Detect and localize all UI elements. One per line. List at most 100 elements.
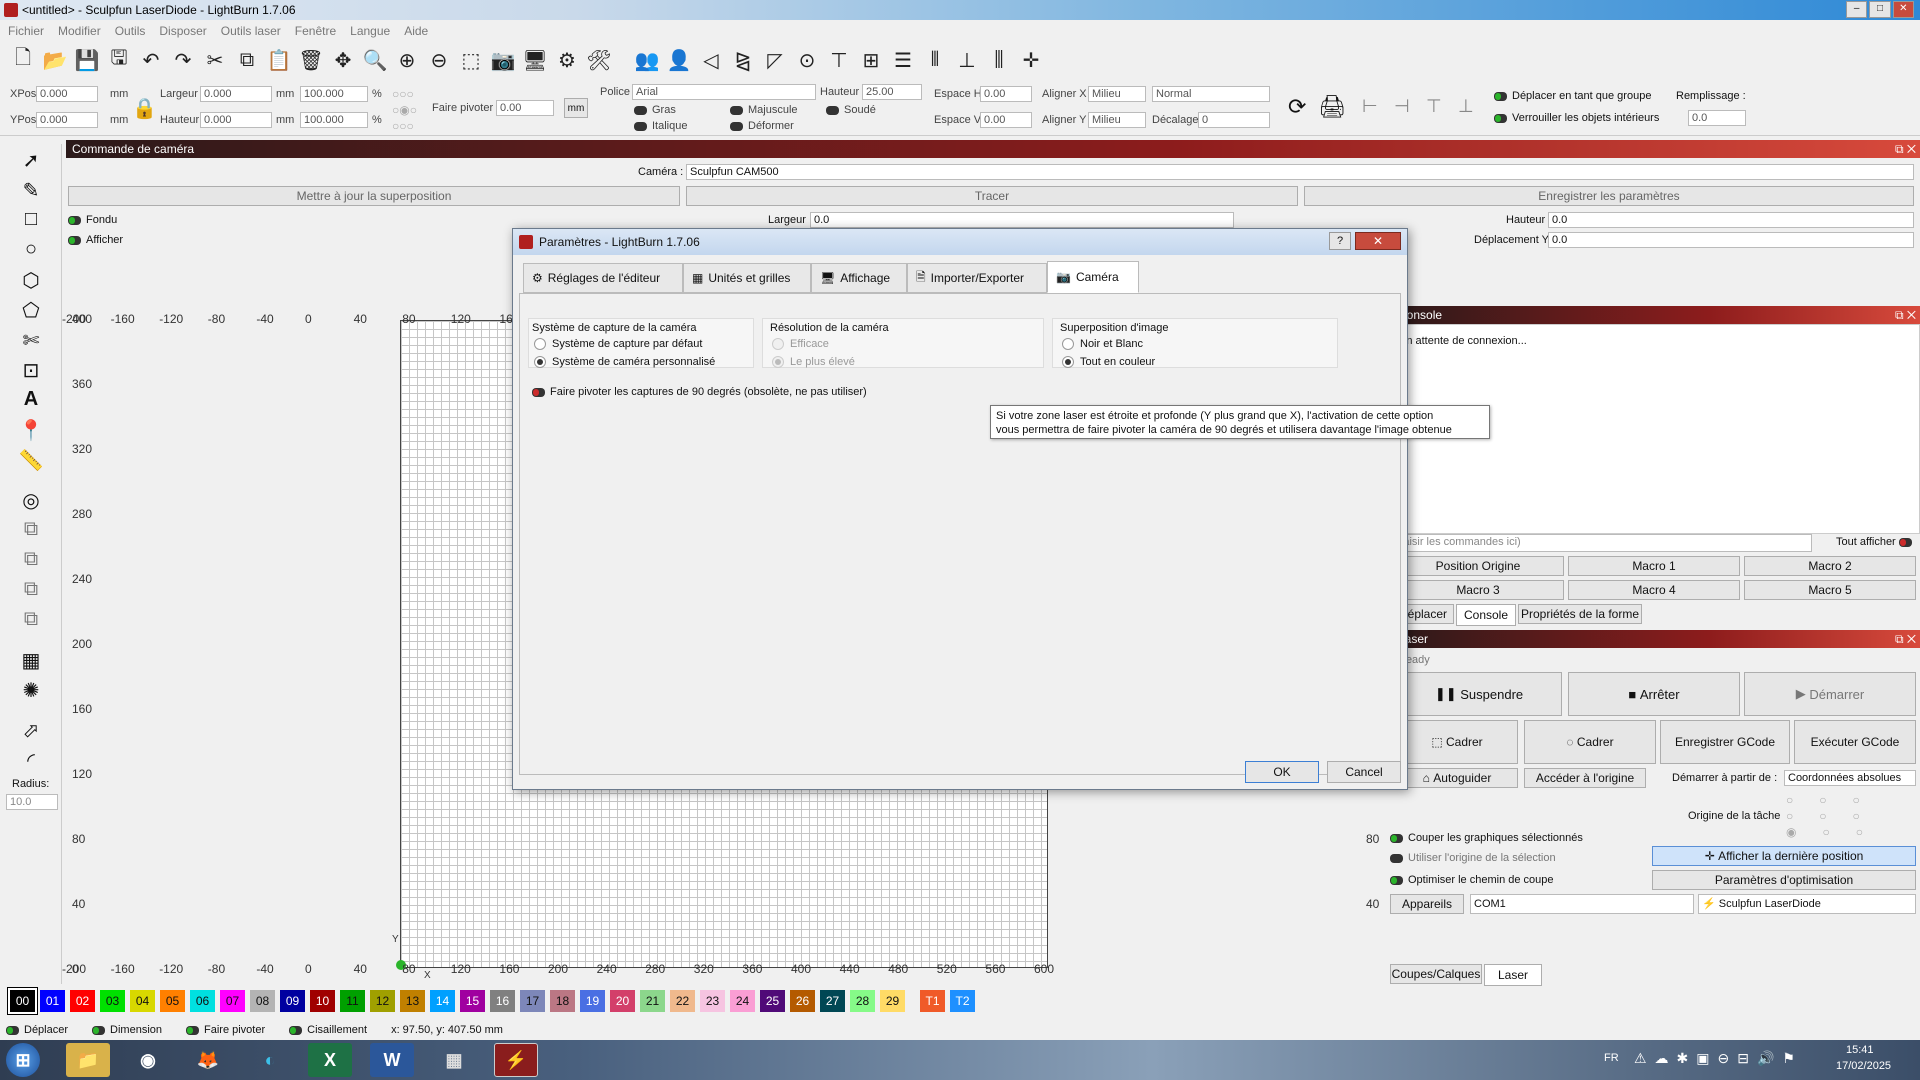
lightburn-icon[interactable]: ⚡: [494, 1043, 538, 1077]
delete-icon[interactable]: 🗑: [298, 47, 324, 73]
word-icon[interactable]: W: [370, 1043, 414, 1077]
optimization-params-button[interactable]: Paramètres d'optimisation: [1652, 870, 1916, 890]
layer-swatch[interactable]: 24: [730, 990, 755, 1012]
layer-swatch[interactable]: 09: [280, 990, 305, 1012]
layer-swatch[interactable]: 26: [790, 990, 815, 1012]
zoom-out-icon[interactable]: ⊖: [426, 47, 452, 73]
goto-origin-button[interactable]: Accéder à l'origine: [1524, 768, 1646, 788]
cut-icon[interactable]: ✂: [202, 47, 228, 73]
use-selection-origin-toggle[interactable]: Utiliser l'origine de la sélection: [1390, 852, 1556, 864]
font-height-input[interactable]: 25.00: [862, 84, 922, 100]
zoom-fit-icon[interactable]: 🔍: [362, 47, 388, 73]
ellipse-icon[interactable]: ○: [17, 238, 45, 264]
devices-button[interactable]: Appareils: [1390, 894, 1464, 914]
center-icon[interactable]: ⊙: [794, 47, 820, 73]
start-button-icon[interactable]: ⊞: [6, 1043, 40, 1077]
optimize-path-toggle[interactable]: Optimiser le chemin de coupe: [1390, 874, 1554, 886]
aligny-select[interactable]: Milieu: [1088, 112, 1146, 128]
tab-laser[interactable]: Laser: [1484, 964, 1542, 986]
monitor-icon[interactable]: 🖥: [522, 47, 548, 73]
layer-swatch[interactable]: 08: [250, 990, 275, 1012]
capture-default-radio[interactable]: Système de capture par défaut: [534, 338, 702, 351]
layer-swatch[interactable]: 20: [610, 990, 635, 1012]
fade-toggle[interactable]: Fondu: [68, 214, 117, 226]
show-toggle[interactable]: Afficher: [68, 234, 123, 246]
origin-icon[interactable]: ✛: [1018, 47, 1044, 73]
firefox-icon[interactable]: 🦊: [186, 1043, 230, 1077]
layer-swatch[interactable]: 29: [880, 990, 905, 1012]
ypos-input[interactable]: 0.000: [36, 112, 98, 128]
position-icon[interactable]: ⊡: [17, 358, 45, 384]
layer-swatch[interactable]: 27: [820, 990, 845, 1012]
height-pct-input[interactable]: 100.000: [300, 112, 368, 128]
tab-shape-properties[interactable]: Propriétés de la forme: [1518, 604, 1642, 624]
macro1-button[interactable]: Macro 1: [1568, 556, 1740, 576]
text-mode-select[interactable]: Normal: [1152, 86, 1270, 102]
bold-toggle[interactable]: Gras: [634, 104, 676, 116]
trace-button[interactable]: Tracer: [686, 186, 1298, 206]
macro4-button[interactable]: Macro 4: [1568, 580, 1740, 600]
hspace-input[interactable]: 0.00: [980, 86, 1032, 102]
italic-toggle[interactable]: Italique: [634, 120, 687, 132]
width-input[interactable]: 0.000: [200, 86, 272, 102]
status-rotate-toggle[interactable]: Faire pivoter: [186, 1024, 265, 1036]
laser-float-close-icon[interactable]: ⧉ ✕: [1895, 630, 1916, 648]
lock-icon[interactable]: 🔒: [132, 96, 157, 121]
res-highest-radio[interactable]: Le plus élevé: [772, 356, 855, 369]
grid-array-icon[interactable]: ▦: [17, 648, 45, 674]
vspace-input[interactable]: 0.00: [980, 112, 1032, 128]
align-bottom-icon[interactable]: ⊥: [954, 47, 980, 73]
anchor-grid-icon[interactable]: ○○○ ○◉○ ○○○: [392, 86, 417, 134]
layer-swatch[interactable]: 14: [430, 990, 455, 1012]
capture-custom-radio[interactable]: Système de caméra personnalisé: [534, 356, 715, 369]
move-icon[interactable]: ✥: [330, 47, 356, 73]
edge-icon[interactable]: ◐: [248, 1043, 292, 1077]
tools-icon[interactable]: 🛠: [586, 47, 612, 73]
layer-swatch[interactable]: 07: [220, 990, 245, 1012]
layer-swatch[interactable]: 01: [40, 990, 65, 1012]
pen-icon[interactable]: ✎: [17, 178, 45, 204]
macro3-button[interactable]: Macro 3: [1392, 580, 1564, 600]
stop-button[interactable]: ■ Arrêter: [1568, 672, 1740, 716]
save-gcode-button[interactable]: Enregistrer GCode: [1660, 720, 1790, 764]
layer-swatch[interactable]: 06: [190, 990, 215, 1012]
align-left-icon[interactable]: ⊢: [1362, 96, 1378, 117]
ruler-icon[interactable]: 📏: [17, 448, 45, 474]
cut-selected-toggle[interactable]: Couper les graphiques sélectionnés: [1390, 832, 1583, 844]
align-right-icon[interactable]: ⊣: [1394, 96, 1410, 117]
ok-button[interactable]: OK: [1245, 761, 1319, 783]
alignx-select[interactable]: Milieu: [1088, 86, 1146, 102]
overlay-width-input[interactable]: 0.0: [810, 212, 1234, 228]
hexagon-icon[interactable]: ⬡: [17, 268, 45, 294]
settings-gear-icon[interactable]: ⚙: [554, 47, 580, 73]
minimize-button[interactable]: –: [1846, 1, 1868, 18]
tab-import-export[interactable]: 🗎 Importer/Exporter: [907, 263, 1047, 293]
start-button[interactable]: ▶ Démarrer: [1744, 672, 1916, 716]
text-tool-icon[interactable]: A: [17, 388, 45, 414]
distribute-icon[interactable]: ☰: [890, 47, 916, 73]
fillet-icon[interactable]: ⬀: [17, 718, 45, 744]
mirror-h-icon[interactable]: ◁: [698, 47, 724, 73]
mirror-v-icon[interactable]: ⧎: [730, 47, 756, 73]
tab-editor-settings[interactable]: ⚙ Réglages de l'éditeur: [523, 263, 683, 293]
layer-swatch[interactable]: 22: [670, 990, 695, 1012]
menu-language[interactable]: Langue: [350, 24, 390, 38]
align-vcenter-icon[interactable]: ⊤: [1426, 96, 1442, 117]
layer-swatch[interactable]: 10: [310, 990, 335, 1012]
excel-icon[interactable]: X: [308, 1043, 352, 1077]
rectangle-icon[interactable]: □: [17, 208, 45, 234]
macro5-button[interactable]: Macro 5: [1744, 580, 1916, 600]
welded-toggle[interactable]: Soudé: [826, 104, 876, 116]
height-input[interactable]: 0.000: [200, 112, 272, 128]
layer-swatch[interactable]: 02: [70, 990, 95, 1012]
rotate-input[interactable]: 0.00: [496, 100, 554, 116]
lock-inner-toggle[interactable]: Verrouiller les objets intérieurs: [1494, 112, 1659, 124]
group-move-toggle[interactable]: Déplacer en tant que groupe: [1494, 90, 1651, 102]
align-center-icon[interactable]: ⊞: [858, 47, 884, 73]
shift-y-input[interactable]: 0.0: [1548, 232, 1914, 248]
weld-icon[interactable]: ⧉: [17, 518, 45, 544]
clock-date[interactable]: 17/02/2025: [1836, 1060, 1891, 1072]
redo-icon[interactable]: ↷: [170, 47, 196, 73]
menu-arrange[interactable]: Disposer: [159, 24, 206, 38]
layer-swatch[interactable]: 23: [700, 990, 725, 1012]
